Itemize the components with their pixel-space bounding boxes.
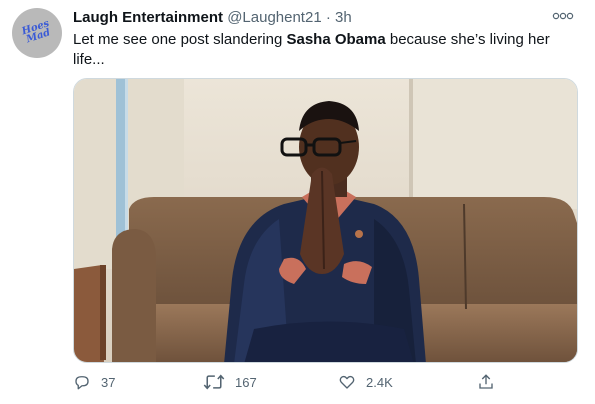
more-icon [552,12,574,20]
tweet-text: Let me see one post slandering Sasha Oba… [73,30,573,70]
heart-icon [339,375,355,389]
tweet[interactable]: Hoes Mad Laugh Entertainment @Laughent21… [0,0,595,404]
like-count: 2.4K [366,374,393,390]
share-icon [479,374,493,389]
tweet-photo[interactable] [73,78,578,363]
timestamp[interactable]: 3h [335,9,352,26]
tweet-header: Laugh Entertainment @Laughent21 · 3h [73,8,352,28]
photo-man-praying-hands [74,79,577,362]
share-button[interactable] [477,368,495,396]
avatar[interactable]: Hoes Mad [12,8,62,58]
avatar-logo-text: Hoes Mad [20,18,52,46]
reply-button[interactable]: 37 [73,368,115,396]
retweet-count: 167 [235,374,257,390]
retweet-icon [203,374,225,390]
tweet-actions: 37 167 2.4K [73,368,573,396]
reply-count: 37 [101,374,116,390]
separator-dot: · [325,9,331,26]
tweet-text-bold: Sasha Obama [286,31,386,48]
retweet-button[interactable]: 167 [203,368,257,396]
like-button[interactable]: 2.4K [338,368,393,396]
display-name[interactable]: Laugh Entertainment [73,9,223,26]
reply-icon [75,376,89,390]
more-options-button[interactable] [551,8,575,24]
user-handle[interactable]: @Laughent21 [227,9,321,26]
tweet-text-part: Let me see one post slandering [73,31,287,48]
